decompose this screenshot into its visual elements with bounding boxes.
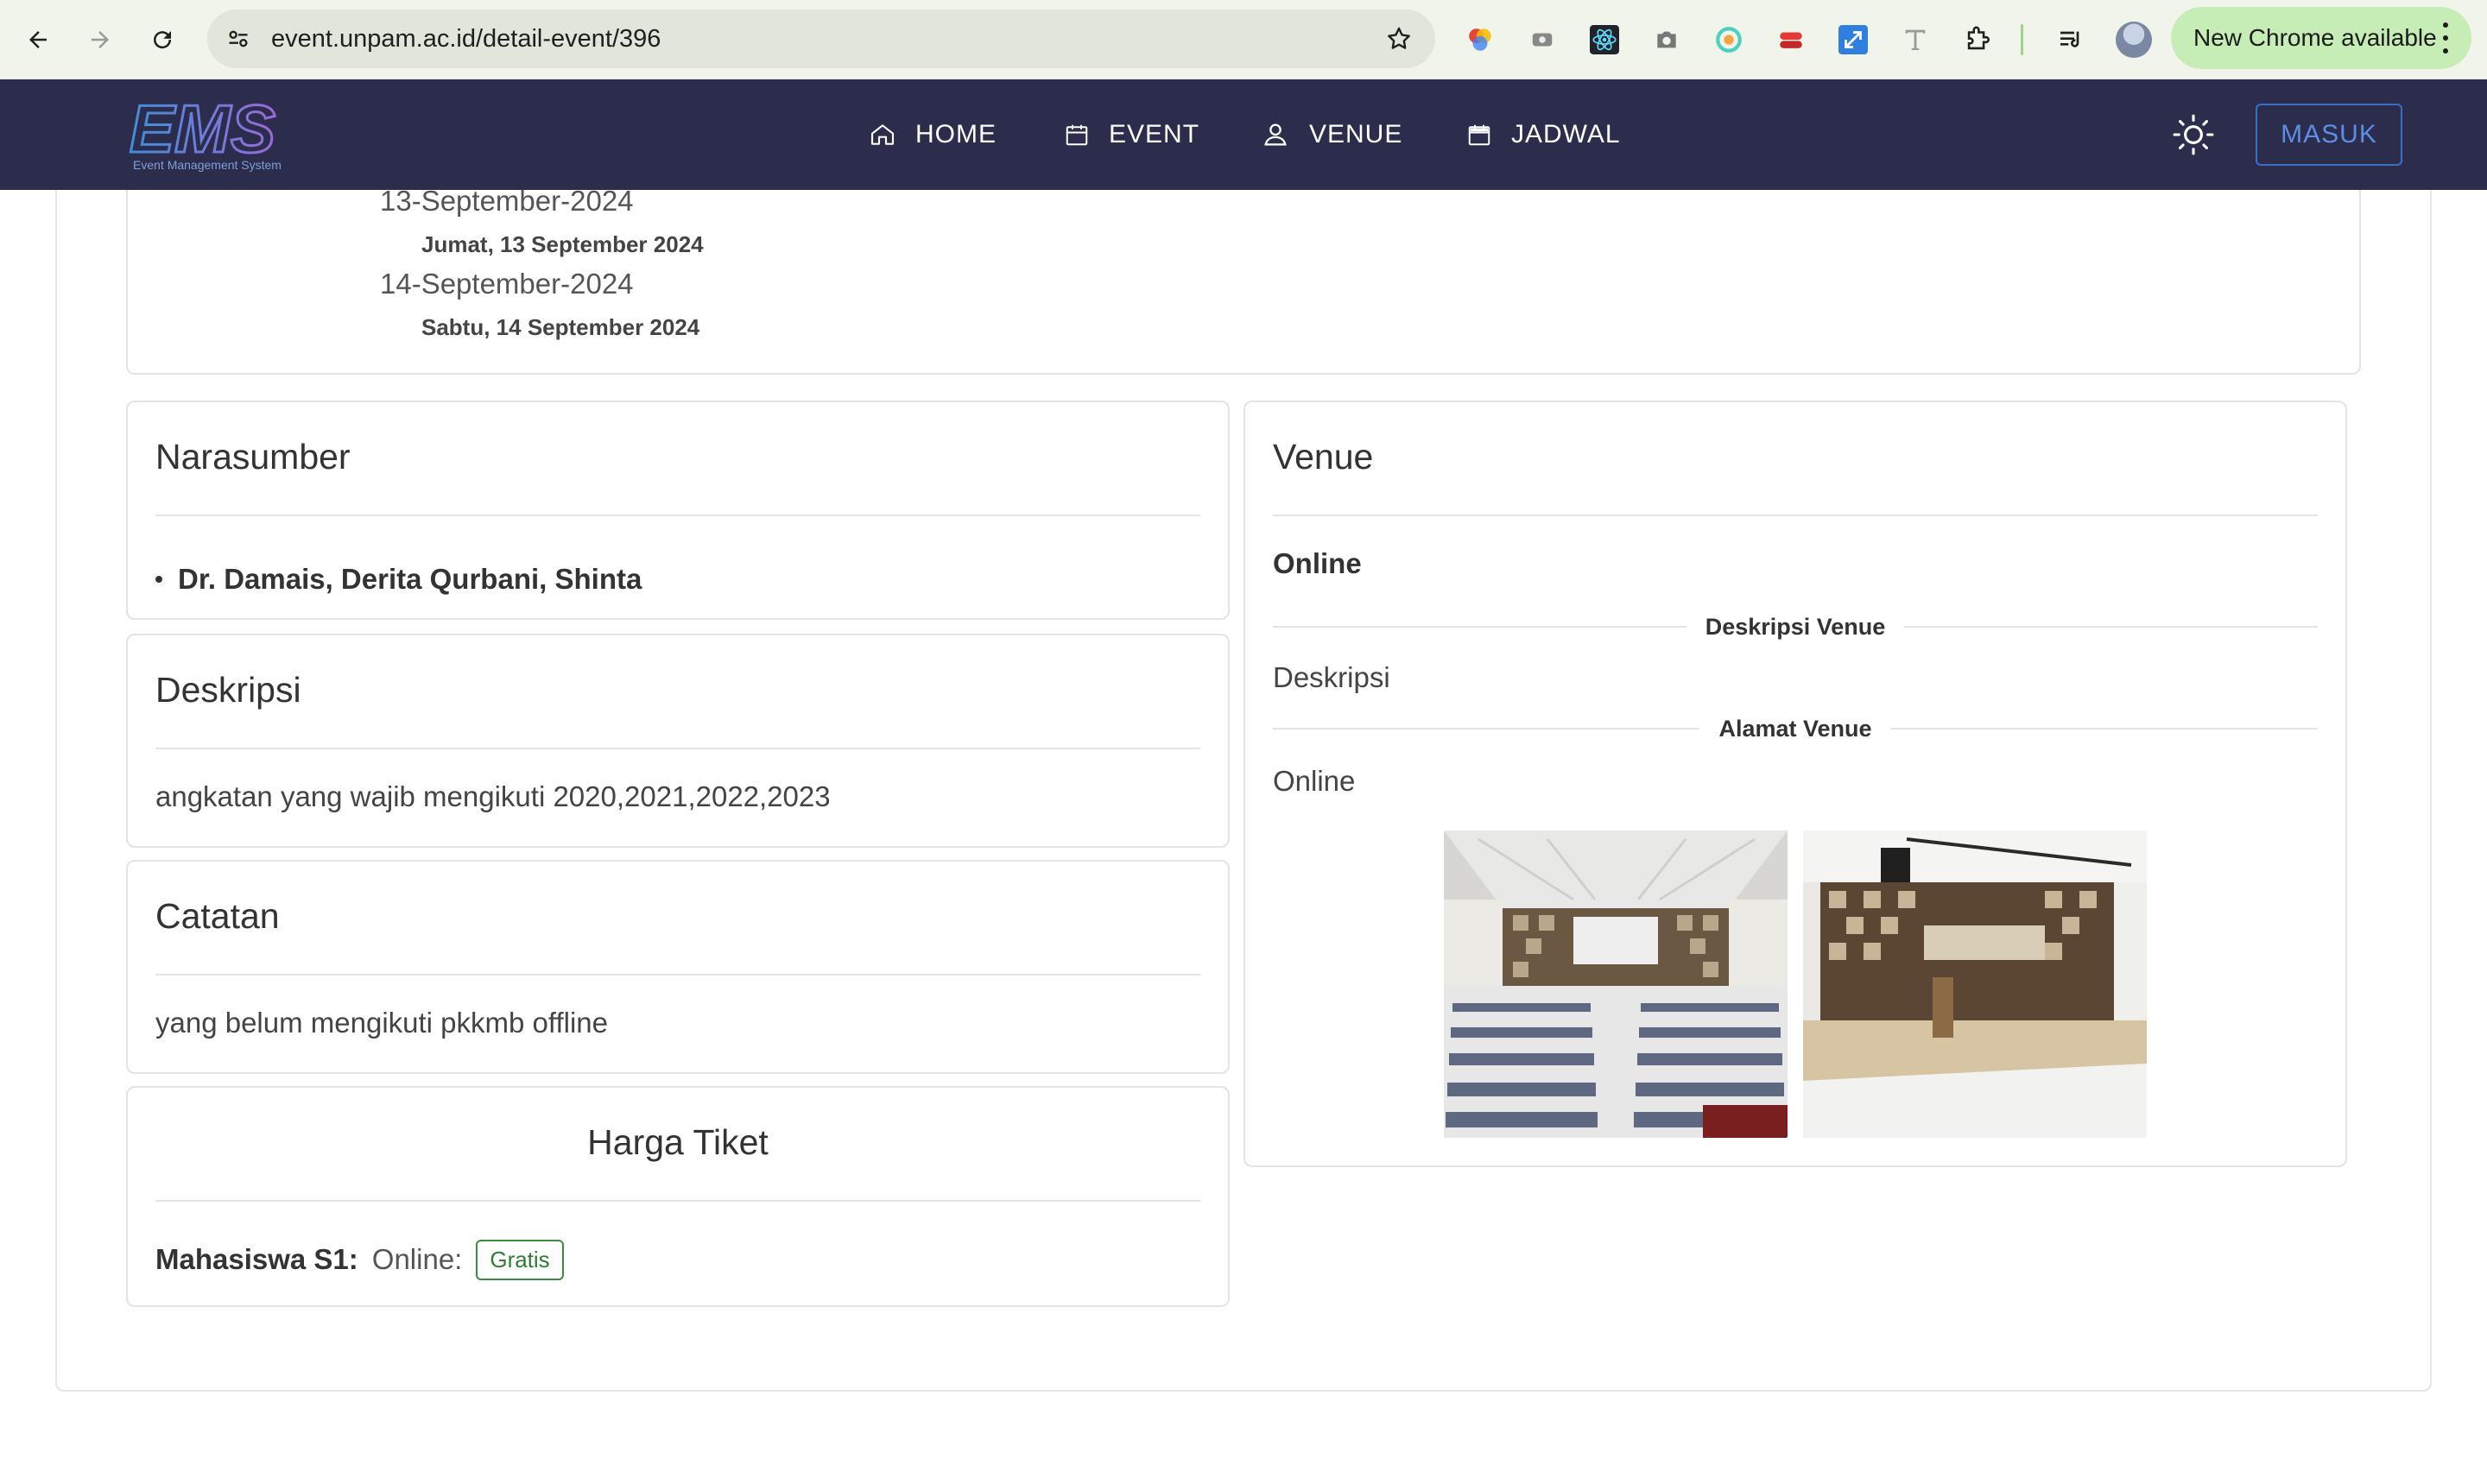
react-devtools-extension-icon[interactable] — [1585, 21, 1623, 59]
ticket-category: Mahasiswa S1: — [155, 1243, 358, 1275]
calendar-icon — [1468, 124, 1490, 146]
speaker-list-item: Dr. Damais, Derita Qurbani, Shinta — [155, 563, 642, 596]
forward-icon[interactable] — [79, 19, 121, 60]
site-settings-icon[interactable] — [221, 22, 256, 56]
browser-toolbar: event.unpam.ac.id/detail-event/396 New C… — [0, 0, 2487, 79]
cyan-circle-extension-icon[interactable] — [1710, 21, 1748, 59]
url-text[interactable]: event.unpam.ac.id/detail-event/396 — [271, 9, 661, 68]
price-badge: Gratis — [476, 1239, 564, 1280]
ems-logo[interactable]: EMS Event Management System — [126, 90, 333, 174]
nav-jadwal-label: JADWAL — [1511, 120, 1621, 148]
divider — [155, 1200, 1200, 1202]
nav-venue[interactable]: VENUE — [1261, 79, 1402, 190]
venue-address-text: Online — [1273, 765, 1356, 797]
toolbar-separator — [2021, 24, 2023, 55]
font-extension-icon[interactable] — [1896, 21, 1934, 59]
venue-name: Online — [1273, 547, 1362, 579]
calendar-icon — [1066, 124, 1088, 146]
theme-toggle-sun-icon[interactable] — [2169, 111, 2218, 159]
deskripsi-title: Deskripsi — [155, 670, 301, 710]
venue-description-text: Deskripsi — [1273, 661, 1390, 693]
ticket-mode: Online: — [371, 1243, 463, 1275]
person-pin-icon — [1264, 123, 1287, 146]
back-icon[interactable] — [17, 19, 59, 60]
venue-photo-auditorium[interactable] — [1444, 830, 1788, 1138]
bookmark-star-icon[interactable] — [1382, 22, 1416, 56]
nav-event-label: EVENT — [1109, 120, 1200, 148]
nav-venue-label: VENUE — [1309, 120, 1403, 148]
reading-list-icon[interactable] — [2052, 21, 2090, 59]
divider — [155, 974, 1200, 976]
venue-address-label: Alamat Venue — [1718, 715, 1872, 742]
divider — [1273, 515, 2318, 516]
more-menu-icon[interactable] — [2442, 22, 2449, 54]
address-bar[interactable]: event.unpam.ac.id/detail-event/396 — [207, 9, 1435, 68]
venue-description-label: Deskripsi Venue — [1705, 613, 1886, 640]
narasumber-card: Narasumber Dr. Damais, Derita Qurbani, S… — [126, 401, 1230, 620]
logo-text: EMS — [130, 95, 275, 167]
catatan-title: Catatan — [155, 896, 280, 936]
nav-jadwal[interactable]: JADWAL — [1466, 79, 1621, 190]
schedule-day: Sabtu, 14 September 2024 — [421, 314, 700, 340]
bullet-icon — [155, 576, 162, 583]
divider — [155, 748, 1200, 749]
reload-icon[interactable] — [142, 19, 183, 60]
color-picker-extension-icon[interactable] — [1461, 21, 1499, 59]
catatan-text: yang belum mengikuti pkkmb offline — [155, 1007, 609, 1039]
blue-resize-extension-icon[interactable] — [1834, 21, 1872, 59]
speaker-names: Dr. Damais, Derita Qurbani, Shinta — [178, 563, 642, 595]
venue-address-divider: Alamat Venue — [1273, 713, 2319, 744]
divider — [155, 515, 1200, 516]
app-navbar: EMS Event Management System HOME EVENT V… — [0, 79, 2487, 190]
deskripsi-card: Deskripsi angkatan yang wajib mengikuti … — [126, 634, 1230, 848]
login-button[interactable]: MASUK — [2256, 104, 2402, 166]
venue-photo-stage[interactable] — [1803, 830, 2147, 1138]
extensions-puzzle-icon[interactable] — [1959, 21, 1997, 59]
venue-title: Venue — [1273, 437, 1374, 477]
catatan-card: Catatan yang belum mengikuti pkkmb offli… — [126, 860, 1230, 1074]
nav-event[interactable]: EVENT — [1064, 79, 1199, 190]
schedule-date: 14-September-2024 — [380, 268, 634, 300]
nav-home-label: HOME — [915, 120, 997, 148]
harga-tiket-title: Harga Tiket — [587, 1122, 769, 1162]
profile-avatar[interactable] — [2116, 22, 2152, 58]
camera-extension-icon[interactable] — [1648, 21, 1686, 59]
venue-description-divider: Deskripsi Venue — [1273, 611, 2319, 642]
narasumber-title: Narasumber — [155, 437, 351, 477]
chrome-update-button[interactable]: New Chrome available — [2171, 7, 2471, 69]
nav-home[interactable]: HOME — [869, 79, 997, 190]
schedule-day: Jumat, 13 September 2024 — [421, 231, 704, 257]
logo-tagline: Event Management System — [133, 158, 282, 172]
screen-capture-extension-icon[interactable] — [1523, 21, 1561, 59]
home-icon — [870, 124, 895, 145]
chrome-update-label: New Chrome available — [2193, 24, 2437, 51]
harga-tiket-card: Harga Tiket Mahasiswa S1: Online: Gratis — [126, 1086, 1230, 1307]
deskripsi-text: angkatan yang wajib mengikuti 2020,2021,… — [155, 780, 831, 812]
venue-card: Venue Online Deskripsi Venue Deskripsi A… — [1244, 401, 2347, 1167]
ticket-price-row: Mahasiswa S1: Online: Gratis — [155, 1238, 564, 1281]
red-stack-extension-icon[interactable] — [1772, 21, 1810, 59]
